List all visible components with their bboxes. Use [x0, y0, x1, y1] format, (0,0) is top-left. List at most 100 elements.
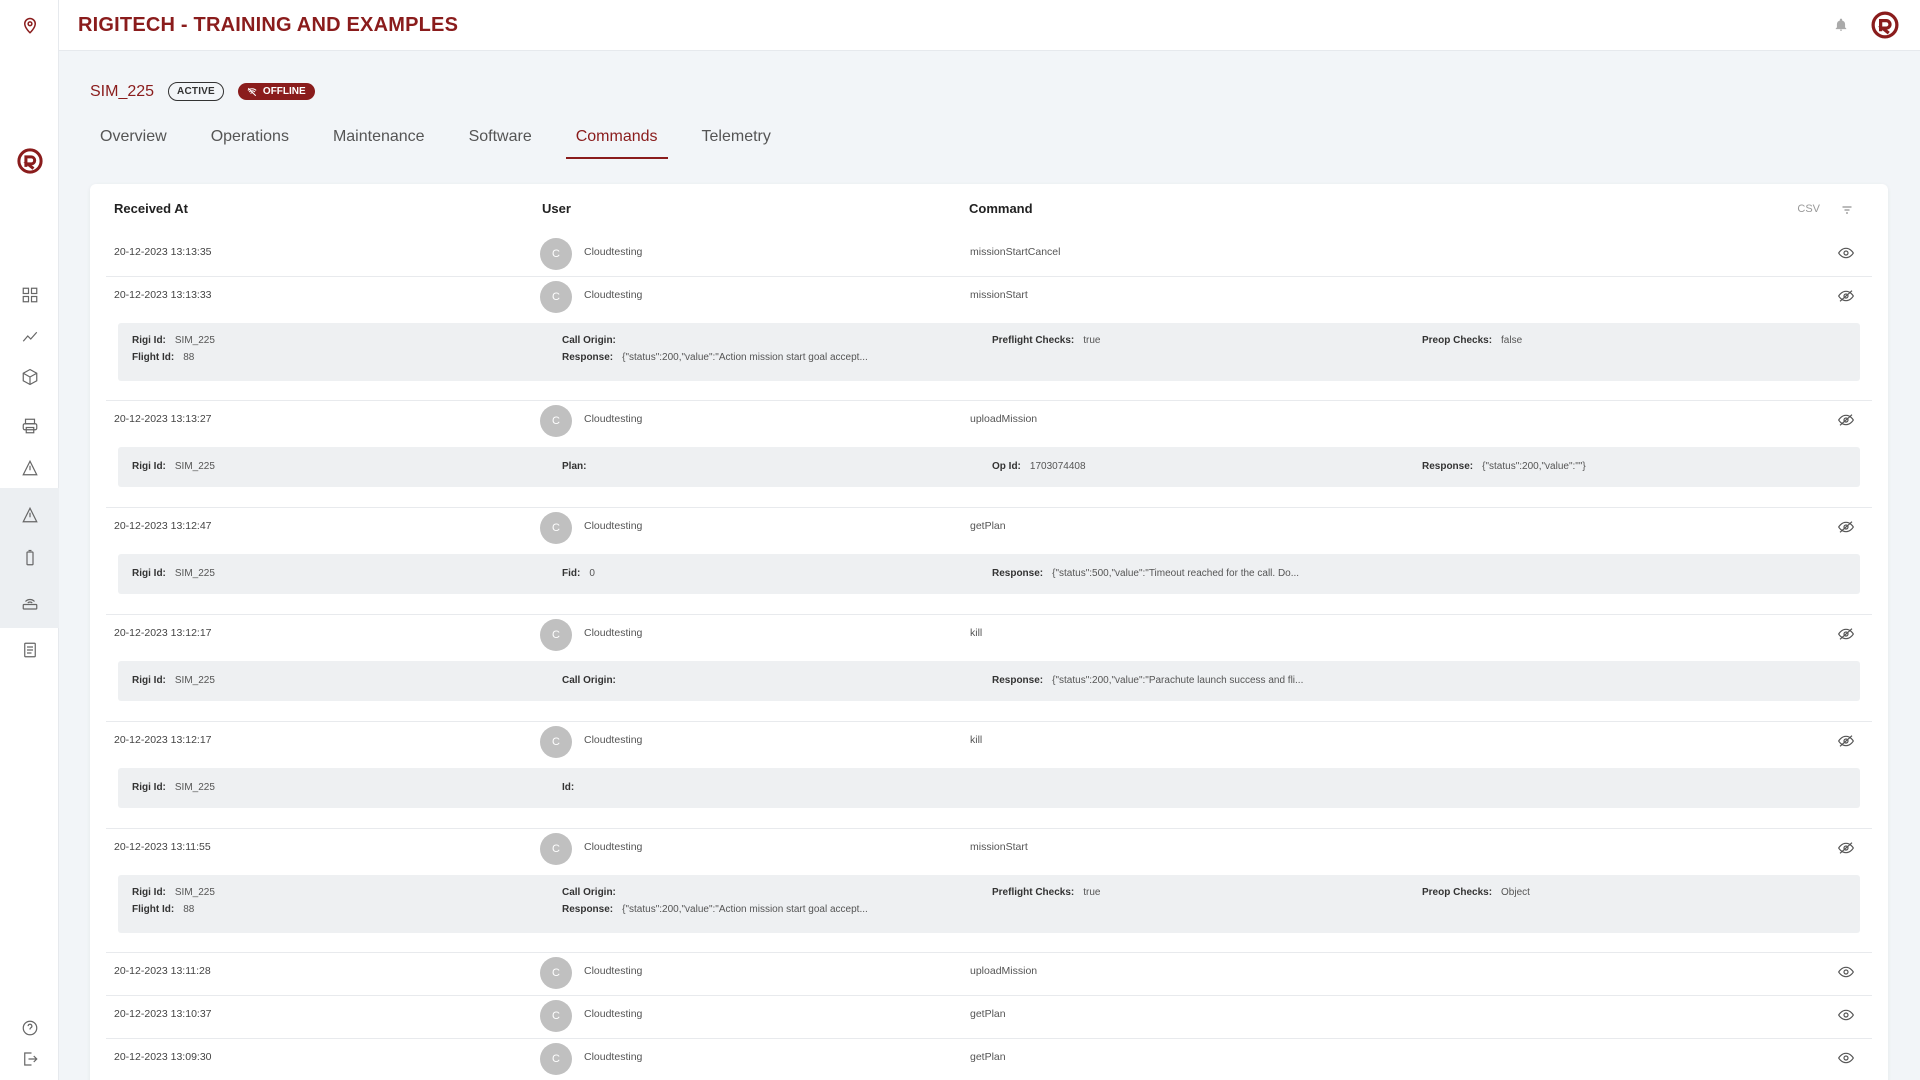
detail-value: SIM_225	[174, 782, 215, 793]
csv-export-button[interactable]: CSV	[1797, 203, 1820, 215]
detail-field: Rigi Id: SIM_225	[132, 335, 215, 346]
detail-field: Flight Id: 88	[132, 352, 194, 363]
table-body: 20-12-2023 13:13:35 C Cloudtesting missionS…	[90, 234, 1888, 1080]
detail-field: Rigi Id: SIM_225	[132, 887, 215, 898]
status-badge-active: ACTIVE	[168, 82, 224, 101]
detail-field: Call Origin:	[562, 335, 625, 346]
command-cell: missionStart	[970, 841, 1028, 853]
detail-label: Id:	[562, 782, 575, 793]
detail-value: 88	[183, 352, 195, 363]
detail-field: Fid: 0	[562, 568, 595, 579]
command-cell: uploadMission	[970, 413, 1038, 425]
tab-software[interactable]: Software	[459, 122, 542, 159]
table-row[interactable]: 20-12-2023 13:09:30 C Cloudtesting getPlan	[106, 1039, 1872, 1080]
avatar: C	[540, 957, 572, 989]
wifi-off-icon	[247, 87, 257, 96]
logout-icon[interactable]	[0, 1039, 59, 1079]
tab-overview[interactable]: Overview	[90, 122, 177, 159]
detail-value: {"status":500,"value":"Timeout reached f…	[1052, 568, 1300, 579]
detail-field: Preflight Checks: true	[992, 887, 1100, 898]
eye-icon[interactable]	[1837, 965, 1855, 983]
detail-label: Flight Id:	[132, 352, 175, 363]
table-row[interactable]: 20-12-2023 13:12:17 C Cloudtesting kill Rigi…	[106, 722, 1872, 829]
column-header-user[interactable]: User	[542, 201, 571, 216]
eye-off-icon[interactable]	[1837, 289, 1855, 308]
detail-label: Rigi Id:	[132, 782, 166, 793]
brand-logo-icon[interactable]	[0, 141, 59, 181]
user-cell: Cloudtesting	[584, 1008, 643, 1020]
detail-label: Rigi Id:	[132, 461, 166, 472]
detail-value: true	[1083, 335, 1101, 346]
tab-maintenance[interactable]: Maintenance	[323, 122, 435, 159]
box-icon[interactable]	[0, 357, 59, 397]
status-badge-offline-label: OFFLINE	[262, 86, 306, 97]
detail-value: true	[1083, 887, 1101, 898]
command-cell: kill	[970, 627, 983, 639]
commands-table-card: Received At User Command CSV 20-12-2023 …	[90, 184, 1888, 1080]
eye-icon[interactable]	[1837, 246, 1855, 264]
warning-icon[interactable]	[0, 448, 59, 488]
tab-telemetry[interactable]: Telemetry	[692, 122, 781, 159]
notification-bell-icon[interactable]	[1834, 17, 1848, 33]
detail-field: Flight Id: 88	[132, 904, 194, 915]
router-icon[interactable]	[0, 583, 59, 623]
table-row[interactable]: 20-12-2023 13:11:55 C Cloudtesting missionS…	[106, 829, 1872, 953]
detail-label: Response:	[562, 904, 614, 915]
command-cell: missionStart	[970, 289, 1028, 301]
user-cell: Cloudtesting	[584, 289, 643, 301]
eye-off-icon[interactable]	[1837, 413, 1855, 432]
battery-icon[interactable]	[0, 538, 59, 578]
eye-off-icon[interactable]	[1837, 734, 1855, 753]
detail-label: Preflight Checks:	[992, 887, 1075, 898]
column-header-received-at[interactable]: Received At	[114, 201, 188, 216]
detail-label: Flight Id:	[132, 904, 175, 915]
command-details: Rigi Id: SIM_225 Call Origin: Preflight Che…	[118, 323, 1860, 381]
detail-value: false	[1501, 335, 1523, 346]
detail-field: Call Origin:	[562, 675, 625, 686]
user-logo-icon[interactable]	[1870, 10, 1900, 40]
command-details: Rigi Id: SIM_225 Call Origin: Preflight Che…	[118, 875, 1860, 933]
detail-value: {"status":200,"value":"Action mission st…	[622, 352, 868, 363]
tab-commands[interactable]: Commands	[565, 122, 668, 159]
app-title: RIGITECH - TRAINING AND EXAMPLES	[78, 13, 459, 36]
eye-off-icon[interactable]	[1837, 520, 1855, 539]
received-at-cell: 20-12-2023 13:13:35	[114, 246, 212, 258]
alert-icon[interactable]	[0, 495, 59, 535]
user-cell: Cloudtesting	[584, 413, 643, 425]
dashboard-icon[interactable]	[0, 275, 59, 315]
command-details: Rigi Id: SIM_225 Plan: Op Id: 1703074408 Resp…	[118, 447, 1860, 487]
printer-icon[interactable]	[0, 406, 59, 446]
command-cell: kill	[970, 734, 983, 746]
user-cell: Cloudtesting	[584, 734, 643, 746]
tab-operations[interactable]: Operations	[201, 122, 299, 159]
eye-off-icon[interactable]	[1837, 841, 1855, 860]
table-row[interactable]: 20-12-2023 13:13:27 C Cloudtesting uploadMi…	[106, 401, 1872, 508]
command-cell: missionStartCancel	[970, 246, 1061, 258]
table-row[interactable]: 20-12-2023 13:13:35 C Cloudtesting missionS…	[106, 234, 1872, 277]
column-header-command[interactable]: Command	[969, 201, 1033, 216]
chart-icon[interactable]	[0, 316, 59, 356]
command-details: Rigi Id: SIM_225 Id:	[118, 768, 1860, 808]
detail-value: Object	[1501, 887, 1530, 898]
command-details: Rigi Id: SIM_225 Call Origin: Response: {"st…	[118, 661, 1860, 701]
avatar: C	[540, 281, 572, 313]
detail-value: 0	[589, 568, 595, 579]
table-row[interactable]: 20-12-2023 13:13:33 C Cloudtesting missionS…	[106, 277, 1872, 401]
detail-value: {"status":200,"value":"Parachute launch …	[1052, 675, 1304, 686]
detail-value: SIM_225	[174, 887, 215, 898]
detail-label: Preflight Checks:	[992, 335, 1075, 346]
eye-icon[interactable]	[1837, 1008, 1855, 1026]
filter-icon[interactable]	[1840, 203, 1854, 221]
table-row[interactable]: 20-12-2023 13:12:17 C Cloudtesting kill Rigi…	[106, 615, 1872, 722]
table-row[interactable]: 20-12-2023 13:10:37 C Cloudtesting getPlan	[106, 996, 1872, 1039]
document-icon[interactable]	[0, 630, 59, 670]
table-row[interactable]: 20-12-2023 13:12:47 C Cloudtesting getPlan R…	[106, 508, 1872, 615]
eye-icon[interactable]	[1837, 1051, 1855, 1069]
detail-field: Response: {"status":200,"value":""}	[1422, 461, 1586, 472]
detail-label: Fid:	[562, 568, 581, 579]
table-row[interactable]: 20-12-2023 13:11:28 C Cloudtesting uploadMi…	[106, 953, 1872, 996]
detail-field: Rigi Id: SIM_225	[132, 782, 215, 793]
location-pin-icon[interactable]	[0, 6, 59, 46]
eye-off-icon[interactable]	[1837, 627, 1855, 646]
detail-field: Preop Checks: false	[1422, 335, 1522, 346]
